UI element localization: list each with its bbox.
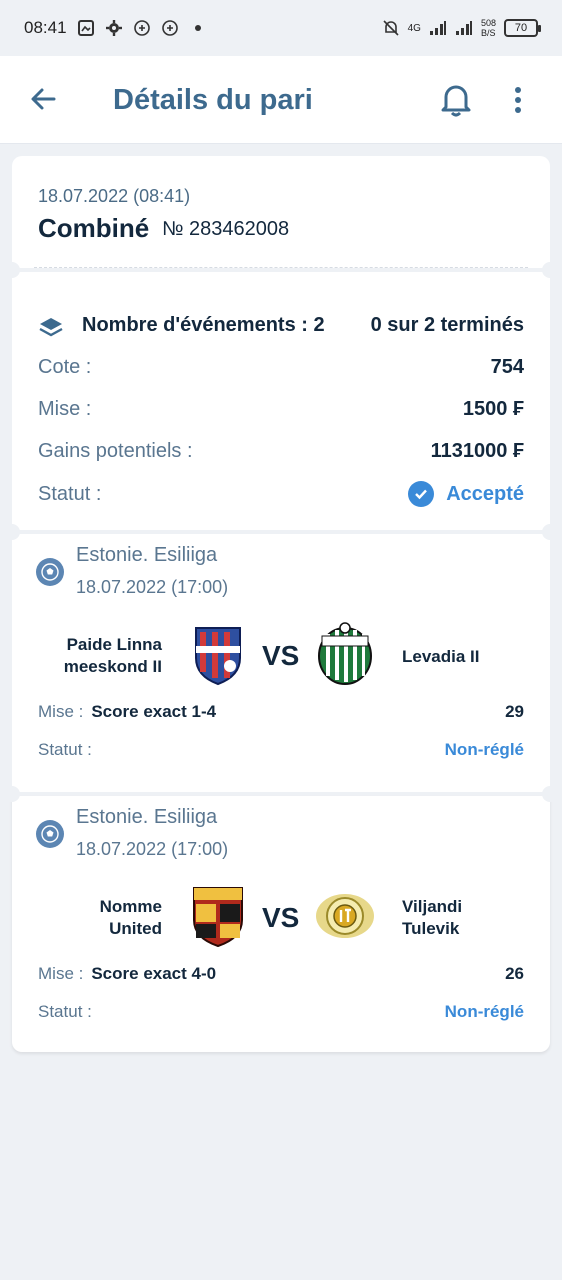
away-team-logo	[314, 888, 376, 944]
layers-icon	[38, 316, 64, 346]
selection-odds: 26	[505, 964, 524, 983]
potential-winnings-value: 1131000 ₣	[430, 440, 524, 462]
back-arrow-icon	[31, 88, 56, 110]
events-count-row: Nombre d'événements : 2 0 sur 2 terminés	[38, 314, 524, 337]
check-circle-icon	[408, 481, 435, 507]
event-card: Estonie. Esiliiga 18.07.2022 (17:00) Nom…	[4, 786, 558, 1052]
battery-icon: 70	[504, 19, 541, 37]
signal-icon	[429, 19, 447, 37]
away-team: Levadia II	[402, 647, 480, 666]
home-team: Nomme United	[99, 897, 162, 938]
page-title: Détails du pari	[113, 84, 313, 116]
dot-icon	[189, 19, 207, 37]
ticket-notch	[4, 786, 20, 802]
more-options-button[interactable]	[506, 82, 530, 118]
app-notification-icon	[161, 19, 179, 37]
event-status-label: Statut :	[38, 740, 92, 759]
event-status-value: Non-réglé	[444, 1002, 524, 1021]
bet-number: № 283462008	[162, 218, 290, 240]
selection-row: Mise : Score exact 4-0 26	[38, 964, 524, 984]
potential-winnings-row: Gains potentiels : 1131000 ₣	[38, 440, 524, 463]
status-time: 08:41	[24, 18, 67, 37]
home-team: Paide Linna meeskond II	[63, 635, 162, 676]
notifications-button[interactable]	[438, 82, 474, 118]
event-date: 18.07.2022 (17:00)	[76, 577, 229, 597]
divider	[34, 267, 528, 268]
bet-summary-card: Nombre d'événements : 2 0 sur 2 terminés…	[4, 262, 558, 535]
stake-label: Mise :	[38, 398, 92, 420]
selection-pick: Score exact 4-0	[91, 964, 217, 983]
odds-label: Cote :	[38, 356, 92, 378]
event-status-label: Statut :	[38, 1002, 92, 1021]
bell-icon	[441, 85, 471, 117]
gallery-notification-icon	[77, 19, 95, 37]
event-status-row: Statut : Non-réglé	[38, 740, 524, 760]
selection-pick: Score exact 1-4	[91, 702, 217, 721]
event-card: Estonie. Esiliiga 18.07.2022 (17:00) Pai…	[4, 524, 558, 797]
league-name: Estonie. Esiliiga	[76, 806, 218, 828]
stake-row: Mise : 1500 ₣	[38, 398, 524, 421]
vs-label: VS	[262, 902, 300, 933]
league-name: Estonie. Esiliiga	[76, 544, 218, 566]
bet-type: Combiné	[38, 213, 150, 243]
mute-icon	[382, 19, 400, 37]
network-type: 4G	[407, 22, 421, 34]
status-row: Statut : Accepté	[38, 481, 524, 507]
app-bar: Détails du pari	[0, 56, 562, 144]
event-status-value: Non-réglé	[444, 740, 524, 759]
back-button[interactable]	[26, 82, 60, 116]
football-icon	[36, 820, 64, 848]
ticket-notch	[542, 524, 558, 540]
ticket-notch	[4, 262, 20, 278]
selection-row: Mise : Score exact 1-4 29	[38, 702, 524, 722]
bet-date: 18.07.2022 (08:41)	[38, 186, 191, 206]
more-vertical-icon	[515, 87, 521, 113]
events-count-label: Nombre d'événements : 2	[82, 314, 325, 336]
odds-value: 754	[490, 356, 524, 378]
bet-header-card: 18.07.2022 (08:41) Combiné № 283462008	[12, 156, 550, 268]
event-status-row: Statut : Non-réglé	[38, 1002, 524, 1022]
selection-label: Mise :	[38, 702, 84, 721]
ticket-notch	[4, 524, 20, 540]
status-bar: 08:41 4G 508 B/S 70	[0, 0, 562, 56]
status-label: Statut :	[38, 482, 102, 505]
potential-winnings-label: Gains potentiels :	[38, 440, 193, 462]
ticket-notch	[542, 786, 558, 802]
app-notification-icon	[133, 19, 151, 37]
ticket-notch	[542, 262, 558, 278]
selection-odds: 29	[505, 702, 524, 721]
football-icon	[36, 558, 64, 586]
home-team-logo	[190, 884, 246, 948]
events-done-value: 0 sur 2 terminés	[370, 314, 524, 336]
away-team: Viljandi Tulevik	[402, 897, 463, 938]
vs-label: VS	[262, 640, 300, 671]
settings-notification-icon	[105, 19, 123, 37]
signal-icon	[455, 19, 473, 37]
home-team-logo	[190, 624, 246, 686]
stake-value: 1500 ₣	[462, 398, 524, 420]
away-team-logo	[316, 622, 374, 686]
network-speed: 508 B/S	[480, 18, 496, 38]
odds-row: Cote : 754	[38, 356, 524, 379]
event-date: 18.07.2022 (17:00)	[76, 839, 229, 859]
status-value: Accepté	[408, 481, 524, 507]
selection-label: Mise :	[38, 964, 84, 983]
